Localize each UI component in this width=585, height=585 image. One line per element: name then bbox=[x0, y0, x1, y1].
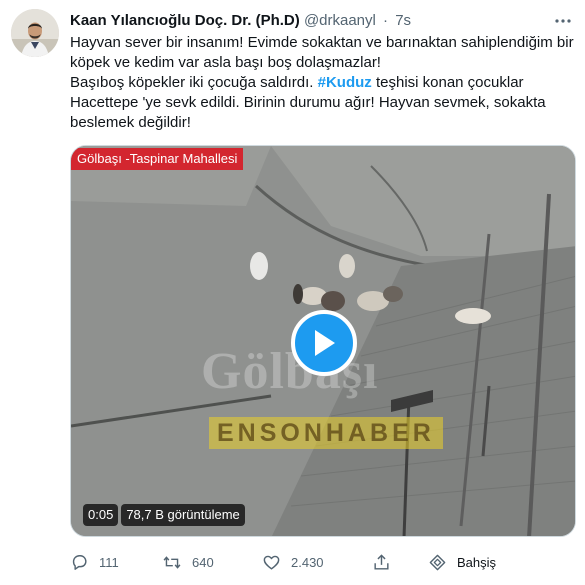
tweet-text-part: Başıboş köpekler iki çocuğa saldırdı. bbox=[70, 74, 318, 91]
tip-button[interactable]: Bahşiş bbox=[428, 550, 496, 574]
video-player[interactable]: Gölbaşı -Taspinar Mahallesi Gölbaşı ENSO… bbox=[70, 145, 576, 537]
share-icon bbox=[374, 553, 389, 570]
tweet-text: Hayvan sever bir insanım! Evimde sokakta… bbox=[70, 33, 575, 133]
video-location-tag: Gölbaşı -Taspinar Mahallesi bbox=[71, 148, 244, 170]
reply-button[interactable]: 111 bbox=[70, 550, 119, 574]
like-button[interactable]: 2.430 bbox=[262, 550, 324, 574]
reply-icon bbox=[72, 554, 87, 570]
retweet-count: 640 bbox=[192, 554, 214, 570]
author-handle[interactable]: @drkaanyl bbox=[304, 12, 376, 29]
more-options-button[interactable] bbox=[549, 7, 577, 35]
retweet-button[interactable]: 640 bbox=[162, 550, 214, 574]
separator: · bbox=[383, 12, 389, 29]
video-views: 78,7 B görüntüleme bbox=[121, 504, 245, 526]
tip-icon bbox=[429, 554, 446, 570]
play-icon bbox=[315, 330, 335, 356]
hashtag-link[interactable]: #Kuduz bbox=[318, 74, 372, 91]
reply-count: 111 bbox=[99, 554, 119, 570]
tip-label: Bahşiş bbox=[457, 554, 497, 570]
tweet-actions: 111 640 2.430 Bahşiş bbox=[70, 550, 575, 574]
heart-icon bbox=[263, 555, 280, 570]
avatar[interactable] bbox=[11, 9, 59, 57]
retweet-icon bbox=[163, 555, 181, 569]
tweet[interactable]: Kaan Yılancıoğlu Doç. Dr. (Ph.D) @drkaan… bbox=[0, 0, 585, 585]
tweet-header: Kaan Yılancıoğlu Doç. Dr. (Ph.D) @drkaan… bbox=[70, 11, 411, 31]
tweet-text-paragraph-2: Başıboş köpekler iki çocuğa saldırdı. #K… bbox=[70, 73, 575, 133]
like-count: 2.430 bbox=[291, 554, 324, 570]
share-button[interactable] bbox=[372, 550, 391, 574]
video-info: 0:05 78,7 B görüntüleme bbox=[83, 504, 245, 526]
author-name[interactable]: Kaan Yılancıoğlu Doç. Dr. (Ph.D) bbox=[70, 12, 300, 29]
more-dots-icon bbox=[555, 19, 571, 23]
video-watermark-bottom: ENSONHABER bbox=[209, 417, 443, 449]
tweet-time[interactable]: 7s bbox=[395, 12, 411, 29]
tweet-text-paragraph-1: Hayvan sever bir insanım! Evimde sokakta… bbox=[70, 34, 574, 71]
video-duration: 0:05 bbox=[83, 504, 119, 526]
play-button[interactable] bbox=[291, 310, 357, 376]
